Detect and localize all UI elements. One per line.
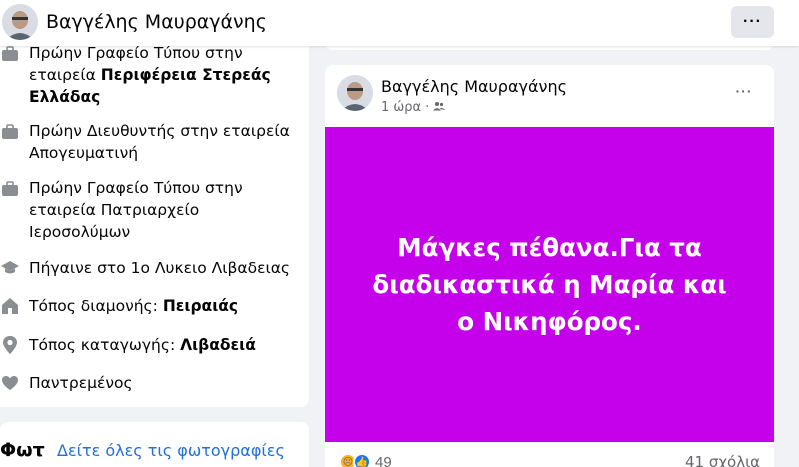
profile-name[interactable]: Βαγγέλης Μαυραγάνης: [46, 11, 267, 33]
see-all-photos-link[interactable]: Δείτε όλες τις φωτογραφίες: [57, 441, 285, 460]
post-options-button[interactable]: ···: [729, 79, 759, 103]
comments-count-link[interactable]: 41 σχόλια: [685, 453, 760, 467]
briefcase-icon: [0, 122, 20, 142]
intro-item-text: Πρώην Γραφείο Τύπου στην εταιρεία Περιφέ…: [29, 44, 271, 106]
more-options-button[interactable]: ···: [731, 6, 774, 38]
intro-item-text: Πρώην Διευθυντής στην εταιρεία Απογευματ…: [29, 122, 290, 162]
home-icon: [0, 296, 20, 316]
reactions-summary[interactable]: ☹ 👍 49: [339, 453, 392, 467]
profile-avatar[interactable]: [2, 4, 38, 40]
profile-header-bar: Βαγγέλης Μαυραγάνης ···: [0, 0, 799, 46]
reaction-count: 49: [375, 453, 392, 467]
intro-item-text: Πήγαινε στο 1ο Λυκειο Λιβαδειας: [29, 259, 291, 277]
post-timestamp[interactable]: 1 ώρα: [381, 100, 421, 115]
post-card: Βαγγέλης Μαυραγάνης 1 ώρα · ··· Μάγκες π…: [325, 65, 774, 467]
post-text-background: Μάγκες πέθανα.Για τα διαδικαστικά η Μαρί…: [325, 127, 774, 442]
intro-item-text: Τόπος διαμονής: Πειραιάς: [29, 297, 239, 315]
friends-icon[interactable]: [433, 100, 446, 115]
intro-item-text: Παντρεμένος: [29, 374, 133, 392]
intro-item-text: Τόπος καταγωγής: Λιβαδειά: [29, 336, 256, 354]
briefcase-icon: [0, 44, 20, 64]
post-author-avatar[interactable]: [337, 75, 373, 111]
graduation-cap-icon: [0, 258, 20, 278]
intro-card: Πρώην Γραφείο Τύπου στην εταιρεία Περιφέ…: [0, 30, 309, 407]
residence-link[interactable]: Πειραιάς: [163, 297, 238, 315]
location-pin-icon: [0, 335, 20, 355]
intro-item-text: Πρώην Γραφείο Τύπου στην εταιρεία Πατρια…: [29, 179, 243, 241]
post-author-name[interactable]: Βαγγέλης Μαυραγάνης: [381, 77, 567, 96]
like-reaction-icon: 👍: [353, 453, 371, 467]
hometown-link[interactable]: Λιβαδειά: [180, 336, 256, 354]
meta-separator: ·: [425, 100, 430, 115]
photos-card: Φωτ Δείτε όλες τις φωτογραφίες: [0, 422, 309, 467]
photos-title[interactable]: Φωτ: [0, 439, 45, 461]
post-meta: 1 ώρα ·: [381, 100, 446, 115]
post-text: Μάγκες πέθανα.Για τα διαδικαστικά η Μαρί…: [372, 233, 727, 336]
briefcase-icon: [0, 179, 20, 199]
heart-icon: [0, 373, 20, 393]
